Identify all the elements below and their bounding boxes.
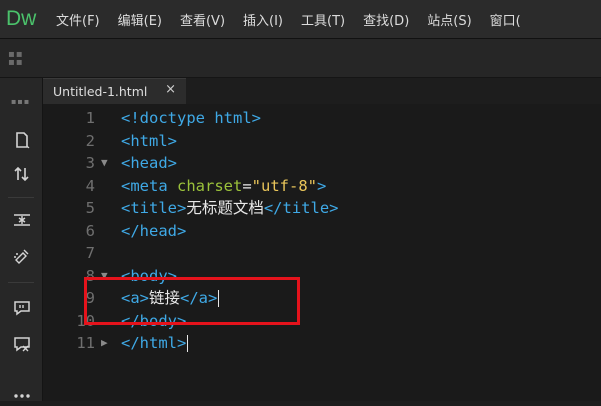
code-token: charset [177, 176, 243, 195]
collapse-icon[interactable]: ▼ [101, 152, 108, 175]
code-token: </html> [121, 334, 187, 352]
code-token: 无标题文档 [186, 199, 264, 217]
code-line[interactable]: 2 <html> [43, 130, 601, 153]
menu-edit[interactable]: 编辑(E) [118, 10, 162, 29]
code-token: > [317, 176, 327, 195]
sidebar-divider [8, 197, 34, 198]
code-token: <title> [121, 199, 187, 217]
line-number: 11 [76, 334, 95, 352]
menu-view[interactable]: 查看(V) [180, 10, 225, 29]
menu-find[interactable]: 查找(D) [363, 10, 409, 29]
file-management-icon[interactable] [10, 162, 34, 186]
code-text: <meta charset="utf-8"> [121, 175, 326, 198]
collapse-tag-icon[interactable] [10, 208, 34, 232]
line-number: 3 [85, 154, 95, 172]
apply-comment-icon[interactable] [10, 296, 34, 320]
toolbar [0, 39, 601, 78]
code-token: <html> [121, 131, 177, 150]
code-token: </title> [263, 199, 339, 217]
more-options-icon[interactable] [10, 382, 34, 406]
code-text: <title>无标题文档</title> [121, 197, 339, 220]
highlight-box [84, 277, 300, 325]
line-number: 5 [85, 199, 95, 217]
open-documents-icon[interactable] [10, 128, 34, 152]
code-token: <meta [121, 176, 177, 195]
menu-insert[interactable]: 插入(I) [243, 10, 283, 29]
document-tab-bar: Untitled-1.html × [43, 78, 601, 104]
menu-tools[interactable]: 工具(T) [301, 10, 345, 29]
remove-comment-icon[interactable] [10, 332, 34, 356]
code-token: <head> [121, 154, 177, 172]
code-text: </html> [121, 332, 189, 355]
line-number: 7 [85, 244, 95, 262]
code-line[interactable]: 4 <meta charset="utf-8"> [43, 175, 601, 198]
close-icon[interactable]: × [165, 82, 176, 97]
code-token: = [242, 176, 252, 195]
line-number: 2 [85, 131, 95, 150]
code-line[interactable]: 3 ▼ <head> [43, 152, 601, 175]
menu-window[interactable]: 窗口( [490, 10, 521, 29]
code-line[interactable]: 6 </head> [43, 220, 601, 243]
menu-file[interactable]: 文件(F) [56, 10, 100, 29]
text-cursor [187, 335, 189, 352]
code-line[interactable]: 7 [43, 242, 601, 265]
code-line[interactable]: 1 <!doctype html> [43, 107, 601, 130]
code-token: "utf-8" [251, 176, 317, 195]
code-editor[interactable]: 1 <!doctype html> 2 <html> 3 ▼ <head> 4 <meta ch… [43, 104, 601, 401]
code-line[interactable]: 11 ▶ </html> [43, 332, 601, 355]
code-hint-icon[interactable] [10, 244, 34, 268]
line-number: 1 [85, 109, 95, 127]
line-number: 4 [85, 176, 95, 195]
toolbar-grip-icon[interactable]: ▪▪ [8, 57, 24, 68]
code-text: <html> [121, 130, 177, 153]
code-text: <head> [121, 152, 177, 175]
code-text: </head> [121, 220, 186, 243]
code-text: <!doctype html> [121, 107, 261, 130]
code-token: </head> [121, 221, 187, 240]
sidebar-divider [8, 282, 34, 283]
menu-site[interactable]: 站点(S) [427, 10, 471, 29]
tab-untitled-1[interactable]: Untitled-1.html × [43, 78, 186, 104]
line-number: 6 [85, 221, 95, 240]
expand-icon[interactable]: ▶ [101, 332, 108, 355]
code-token: <!doctype html> [121, 109, 261, 127]
menu-bar: Dw 文件(F) 编辑(E) 查看(V) 插入(I) 工具(T) 查找(D) 站… [0, 0, 601, 39]
code-line[interactable]: 5 <title>无标题文档</title> [43, 197, 601, 220]
app-logo: Dw [6, 7, 37, 30]
tab-label: Untitled-1.html [53, 84, 148, 99]
sidebar-grip-icon[interactable]: ▪▪▪ [11, 97, 30, 106]
